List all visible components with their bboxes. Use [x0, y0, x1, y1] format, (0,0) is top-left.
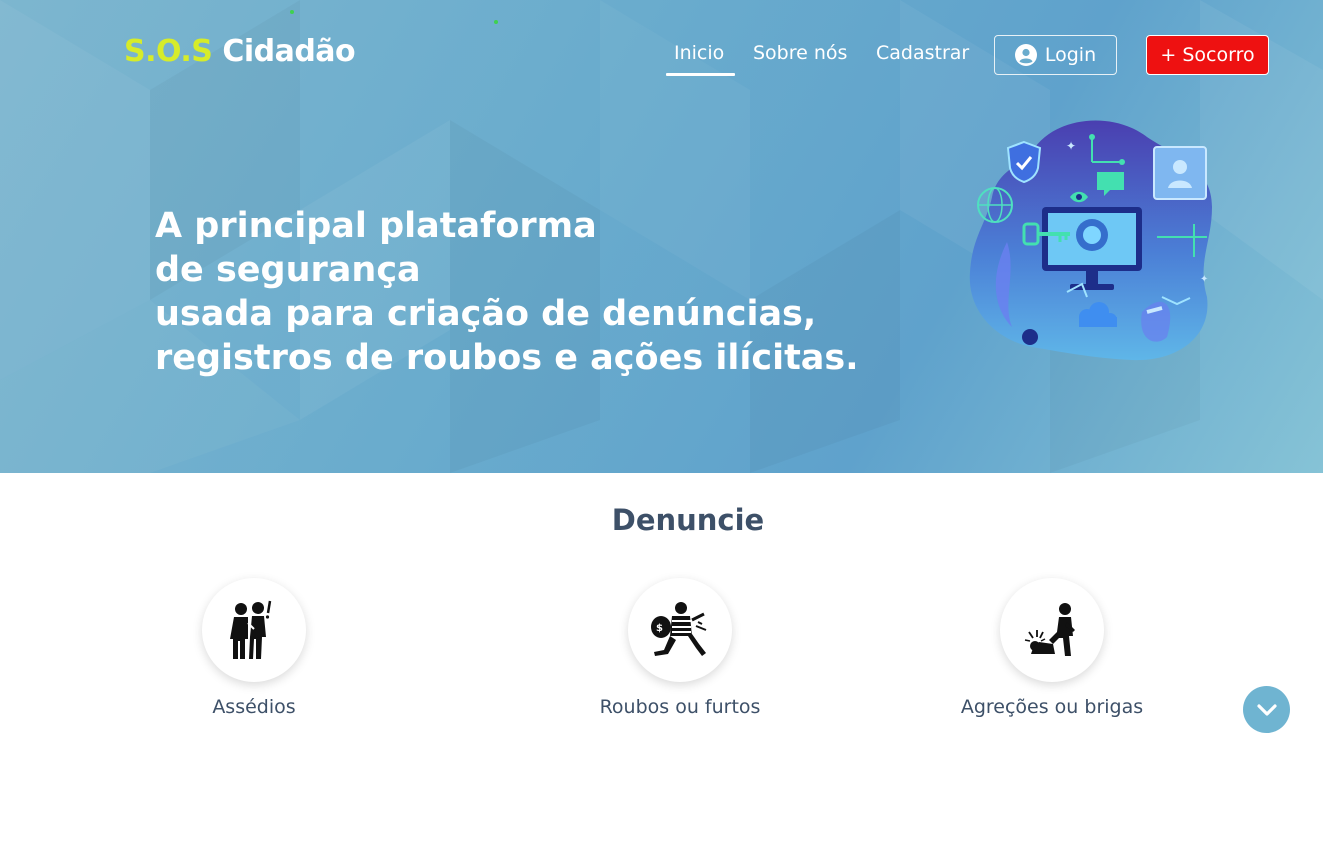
login-button[interactable]: Login	[994, 35, 1117, 75]
robbery-icon: $	[651, 602, 707, 656]
sos-button[interactable]: + Socorro	[1146, 35, 1269, 75]
category-icon-circle[interactable]: $	[628, 578, 732, 682]
category-label-agressoes[interactable]: Agreções ou brigas	[902, 696, 1202, 718]
decorative-dot	[290, 10, 294, 14]
svg-text:✦: ✦	[1200, 274, 1208, 285]
category-card-roubos[interactable]: $ Roubos ou furtos	[530, 578, 830, 718]
nav-item-sobre-nos[interactable]: Sobre nós	[753, 42, 847, 64]
user-circle-icon	[1014, 44, 1037, 66]
svg-text:✦: ✦	[1066, 139, 1076, 153]
category-label-roubos[interactable]: Roubos ou furtos	[530, 696, 830, 718]
brand-logo-name: Cidadão	[222, 34, 356, 69]
login-button-label: Login	[1044, 44, 1097, 66]
hero-headline-line: registros de roubos e ações ilícitas.	[155, 338, 859, 378]
hero-headline-line: usada para criação de denúncias,	[155, 294, 817, 334]
decorative-dot	[494, 20, 498, 24]
brand-logo-accent: S.O.S	[124, 34, 213, 69]
category-icon-circle[interactable]	[202, 578, 306, 682]
hero-headline-line: A principal plataforma	[155, 206, 597, 246]
fight-icon	[1024, 603, 1075, 656]
category-card-assedios[interactable]: Assédios	[104, 578, 404, 718]
hero-banner: S.O.S Cidadão Inicio Sobre nós Cadastrar…	[0, 0, 1323, 473]
nav-item-cadastrar[interactable]: Cadastrar	[876, 42, 969, 64]
category-card-agressoes[interactable]: Agreções ou brigas	[902, 578, 1202, 718]
hero-headline-line: de segurança	[155, 250, 421, 290]
scroll-down-button[interactable]	[1243, 686, 1290, 733]
hero-headline: A principal plataforma de segurança usad…	[155, 204, 859, 380]
harassment-icon	[230, 600, 272, 659]
category-icon-circle[interactable]	[1000, 578, 1104, 682]
svg-text:$: $	[656, 623, 663, 634]
nav-active-indicator	[666, 73, 735, 76]
brand-logo[interactable]: S.O.S Cidadão	[124, 34, 356, 69]
denuncie-heading: Denuncie	[611, 503, 765, 537]
chevron-down-icon	[1256, 703, 1277, 716]
category-label-assedios[interactable]: Assédios	[104, 696, 404, 718]
nav-item-inicio[interactable]: Inicio	[674, 42, 724, 64]
sos-button-label: + Socorro	[1160, 44, 1255, 66]
security-illustration: ✦ ✦	[969, 120, 1212, 361]
